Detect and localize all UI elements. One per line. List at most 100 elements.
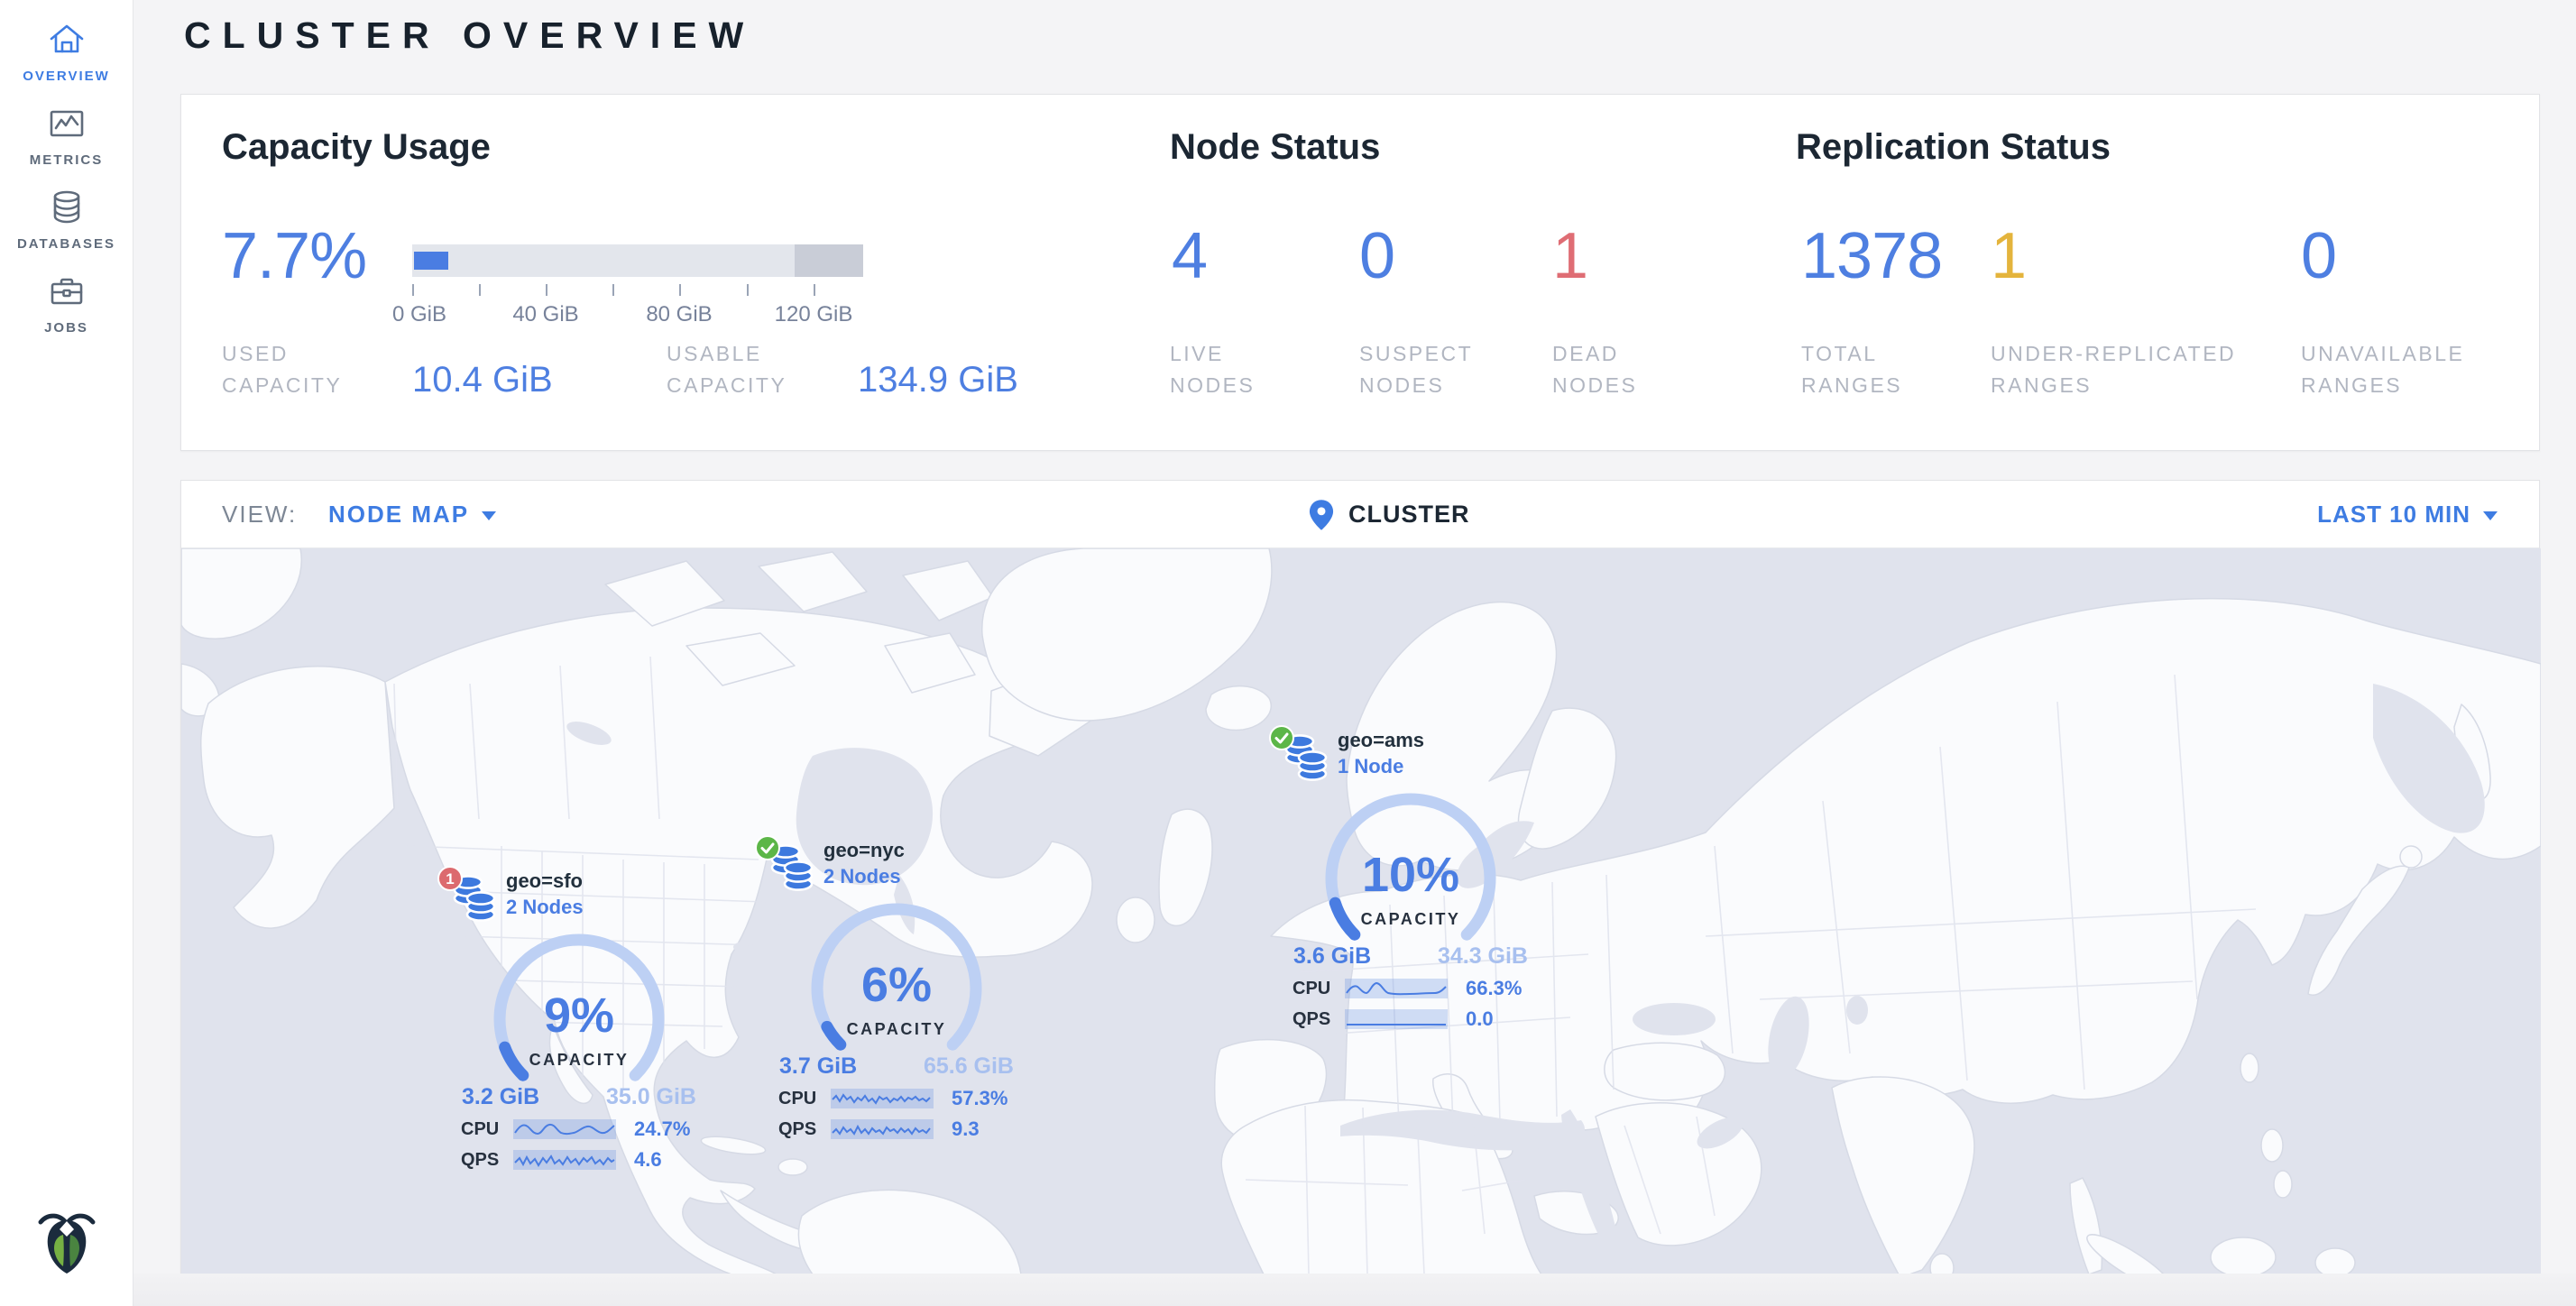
chevron-down-icon [2483, 511, 2498, 520]
live-nodes-label: LIVE NODES [1170, 338, 1255, 400]
capacity-bar-reserved [795, 244, 863, 277]
node-status-title: Node Status [1170, 127, 1380, 168]
sidebar-item-label: METRICS [0, 152, 133, 168]
cluster-summary-panel: Capacity Usage 7.7% 0 GiB 40 GiB 80 GiB … [180, 94, 2540, 451]
unavailable-ranges-label: UNAVAILABLE RANGES [2301, 338, 2464, 400]
capacity-bar: 0 GiB 40 GiB 80 GiB 120 GiB [412, 244, 863, 277]
used-capacity-value: 10.4 GiB [412, 360, 553, 400]
capacity-usage-percent: 7.7% [222, 219, 366, 293]
sidebar-item-label: OVERVIEW [0, 69, 133, 84]
svg-text:10%: 10% [1362, 848, 1459, 902]
sidebar-item-databases[interactable]: DATABASES [0, 168, 133, 252]
page-bottom-strip [0, 1274, 2576, 1306]
capacity-bar-track [412, 244, 863, 277]
total-capacity: 34.3 GiB [1438, 943, 1528, 970]
qps-sparkline [1345, 1009, 1448, 1029]
locality-nodes: 1 Node [1338, 754, 1541, 779]
cpu-value: 24.7% [634, 1117, 690, 1141]
locality-name: geo=ams [1338, 727, 1541, 754]
live-nodes-value: 4 [1172, 219, 1207, 293]
locality-sfo[interactable]: 1 geo=sfo 2 Nodes 9% CAPACITY 3.2 GiB 35 [448, 866, 710, 1172]
locality-name: geo=sfo [506, 868, 710, 895]
jobs-icon [47, 271, 87, 311]
qps-value: 9.3 [952, 1117, 980, 1141]
svg-text:CAPACITY: CAPACITY [847, 1020, 947, 1038]
dead-node-badge: 1 [437, 866, 463, 891]
breadcrumb[interactable]: CLUSTER [1309, 481, 1470, 548]
locality-nodes: 2 Nodes [506, 895, 710, 920]
svg-text:CAPACITY: CAPACITY [1361, 910, 1461, 928]
total-capacity: 65.6 GiB [924, 1053, 1014, 1080]
usable-capacity-label: USABLE CAPACITY [667, 338, 787, 400]
time-range-dropdown[interactable]: LAST 10 MIN [2317, 481, 2498, 548]
map-pin-icon [1309, 499, 1334, 531]
metrics-icon [47, 104, 87, 143]
total-ranges-label: TOTAL RANGES [1801, 338, 1902, 400]
sidebar-item-jobs[interactable]: JOBS [0, 252, 133, 336]
locality-name: geo=nyc [823, 837, 1027, 864]
replication-status-title: Replication Status [1796, 127, 2111, 168]
sidebar-item-label: JOBS [0, 320, 133, 336]
svg-text:CAPACITY: CAPACITY [529, 1051, 630, 1069]
qps-label: QPS [1293, 1009, 1345, 1030]
map-toolbar: VIEW: NODE MAP CLUSTER LAST 10 MIN [181, 481, 2539, 548]
sidebar: OVERVIEW METRICS DATABASES JOBS [0, 0, 133, 1306]
total-capacity: 35.0 GiB [606, 1084, 696, 1110]
healthy-check-icon [755, 835, 780, 860]
cpu-sparkline [831, 1089, 934, 1108]
healthy-check-icon [1269, 725, 1294, 750]
view-label: VIEW: [222, 481, 297, 548]
usable-capacity-value: 134.9 GiB [858, 360, 1018, 400]
axis-tick-label: 40 GiB [512, 302, 578, 327]
qps-value: 4.6 [634, 1148, 662, 1172]
svg-text:6%: 6% [861, 958, 932, 1012]
cpu-sparkline [513, 1119, 616, 1139]
cockroach-bug-icon [28, 1202, 106, 1280]
chevron-down-icon [482, 511, 496, 520]
cpu-label: CPU [1293, 979, 1345, 999]
locality-nodes: 2 Nodes [823, 864, 1027, 889]
capacity-bar-fill [414, 252, 448, 270]
used-capacity: 3.7 GiB [779, 1053, 857, 1080]
qps-sparkline [831, 1119, 934, 1139]
dead-nodes-value: 1 [1552, 219, 1587, 293]
qps-value: 0.0 [1466, 1007, 1494, 1031]
capacity-usage-title: Capacity Usage [222, 127, 491, 168]
under-replicated-ranges-value: 1 [1991, 219, 2026, 293]
sidebar-item-overview[interactable]: OVERVIEW [0, 0, 133, 84]
used-capacity: 3.6 GiB [1293, 943, 1371, 970]
page-title: CLUSTER OVERVIEW [184, 14, 755, 57]
svg-text:9%: 9% [544, 989, 614, 1043]
unavailable-ranges-value: 0 [2301, 219, 2336, 293]
used-capacity-label: USED CAPACITY [222, 338, 342, 400]
axis-tick-label: 0 GiB [392, 302, 446, 327]
capacity-gauge: 6% CAPACITY [770, 893, 1023, 1066]
qps-sparkline [513, 1150, 616, 1170]
locality-ams[interactable]: geo=ams 1 Node 10% CAPACITY 3.6 GiB 34.3… [1280, 725, 1541, 1031]
used-capacity: 3.2 GiB [462, 1084, 539, 1110]
qps-label: QPS [461, 1150, 513, 1171]
suspect-nodes-value: 0 [1359, 219, 1394, 293]
qps-label: QPS [778, 1119, 831, 1140]
view-dropdown[interactable]: NODE MAP [328, 481, 496, 548]
cpu-value: 66.3% [1466, 977, 1522, 1000]
breadcrumb-cluster: CLUSTER [1348, 501, 1470, 528]
cockroachdb-logo [0, 1202, 133, 1284]
axis-tick-label: 120 GiB [775, 302, 853, 327]
cpu-label: CPU [778, 1089, 831, 1109]
capacity-gauge: 9% CAPACITY [453, 924, 705, 1097]
suspect-nodes-label: SUSPECT NODES [1359, 338, 1473, 400]
total-ranges-value: 1378 [1801, 219, 1942, 293]
locality-nyc[interactable]: geo=nyc 2 Nodes 6% CAPACITY 3.7 GiB 65.6… [766, 835, 1027, 1141]
world-map[interactable]: 1 geo=sfo 2 Nodes 9% CAPACITY 3.2 GiB 35 [181, 548, 2541, 1274]
cpu-label: CPU [461, 1119, 513, 1140]
databases-icon [47, 188, 87, 227]
node-map-panel: VIEW: NODE MAP CLUSTER LAST 10 MIN [180, 480, 2540, 1274]
sidebar-item-metrics[interactable]: METRICS [0, 84, 133, 168]
dead-nodes-label: DEAD NODES [1552, 338, 1637, 400]
home-icon [47, 20, 87, 60]
under-replicated-ranges-label: UNDER-REPLICATED RANGES [1991, 338, 2236, 400]
cpu-value: 57.3% [952, 1087, 1007, 1110]
cpu-sparkline [1345, 979, 1448, 998]
capacity-gauge: 10% CAPACITY [1284, 783, 1537, 956]
